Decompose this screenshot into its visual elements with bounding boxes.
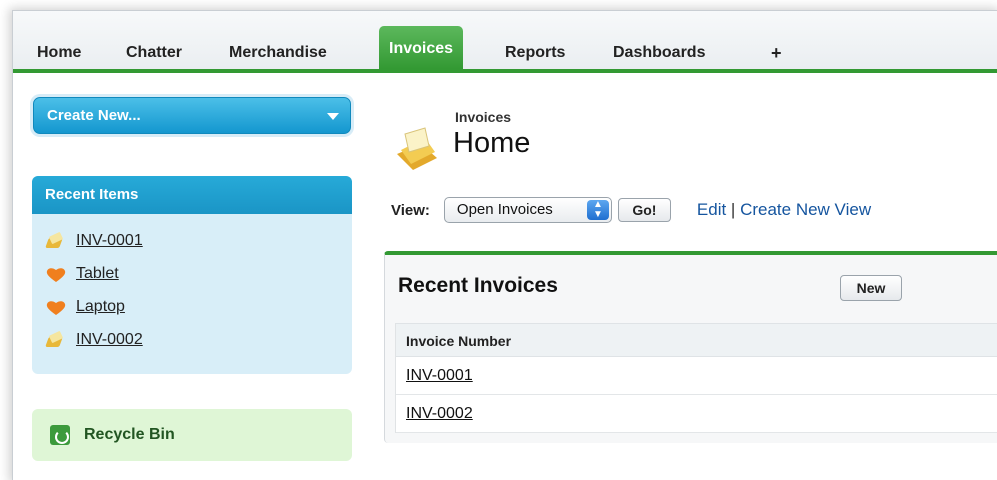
invoice-page-icon [397, 127, 437, 170]
tab-home[interactable]: Home [27, 37, 91, 69]
select-arrows-icon: ▲ ▼ [586, 200, 609, 220]
invoice-icon [44, 231, 66, 250]
recent-item-link[interactable]: Laptop [76, 298, 125, 316]
new-invoice-button[interactable]: New [840, 275, 902, 301]
recycle-bin-icon [50, 425, 70, 445]
view-select-value: Open Invoices [456, 201, 553, 218]
create-new-label: Create New... [47, 107, 141, 124]
recent-items-title: Recent Items [32, 176, 352, 214]
edit-view-link[interactable]: Edit [697, 200, 726, 219]
chevron-down-icon [327, 113, 339, 120]
tab-invoices[interactable]: Invoices [379, 26, 464, 69]
recent-invoices-table: Invoice Number INV-0001 INV-0002 [395, 323, 997, 433]
recent-invoices-panel: Recent Invoices New Invoice Number INV-0… [384, 251, 997, 443]
page-object-label: Invoices [455, 109, 512, 125]
add-tab-button[interactable]: + [761, 37, 792, 69]
tab-dashboards[interactable]: Dashboards [603, 37, 715, 69]
invoice-link[interactable]: INV-0001 [406, 367, 473, 384]
tab-bar: Home Chatter Merchandise Invoices Report… [13, 11, 997, 73]
recent-item-link[interactable]: Tablet [76, 265, 119, 283]
invoice-icon [44, 330, 66, 349]
link-separator: | [726, 200, 741, 219]
recent-item: INV-0002 [44, 323, 143, 356]
app-window: Home Chatter Merchandise Invoices Report… [12, 10, 997, 480]
recent-items-list: INV-0001 Tablet Laptop INV-0002 [44, 224, 143, 356]
recent-item-link[interactable]: INV-0002 [76, 331, 143, 349]
create-new-view-link[interactable]: Create New View [740, 200, 871, 219]
go-button[interactable]: Go! [617, 198, 671, 222]
heart-icon [44, 265, 66, 283]
table-row: INV-0002 [396, 395, 997, 433]
tab-chatter[interactable]: Chatter [116, 37, 192, 69]
recent-item: Laptop [44, 290, 143, 323]
recycle-bin-link[interactable]: Recycle Bin [32, 409, 352, 461]
recycle-bin-label: Recycle Bin [84, 426, 175, 443]
page-title: Home [453, 127, 531, 159]
column-header-invoice-number[interactable]: Invoice Number [396, 323, 997, 357]
recent-item: INV-0001 [44, 224, 143, 257]
create-new-dropdown[interactable]: Create New... [33, 97, 351, 134]
view-label: View: [391, 201, 430, 219]
view-selector-row: View: Open Invoices ▲ ▼ Go! Edit | Create… [391, 196, 871, 224]
invoice-link[interactable]: INV-0002 [406, 405, 473, 422]
recent-items-panel: Recent Items INV-0001 Tablet Laptop INV-… [32, 176, 352, 374]
recent-item: Tablet [44, 257, 143, 290]
tab-reports[interactable]: Reports [495, 37, 575, 69]
view-links: Edit | Create New View [697, 200, 871, 220]
table-row: INV-0001 [396, 357, 997, 395]
tab-merchandise[interactable]: Merchandise [219, 37, 337, 69]
heart-icon [44, 298, 66, 316]
panel-title: Recent Invoices [398, 274, 558, 297]
recent-item-link[interactable]: INV-0001 [76, 232, 143, 250]
view-select[interactable]: Open Invoices ▲ ▼ [443, 197, 612, 223]
